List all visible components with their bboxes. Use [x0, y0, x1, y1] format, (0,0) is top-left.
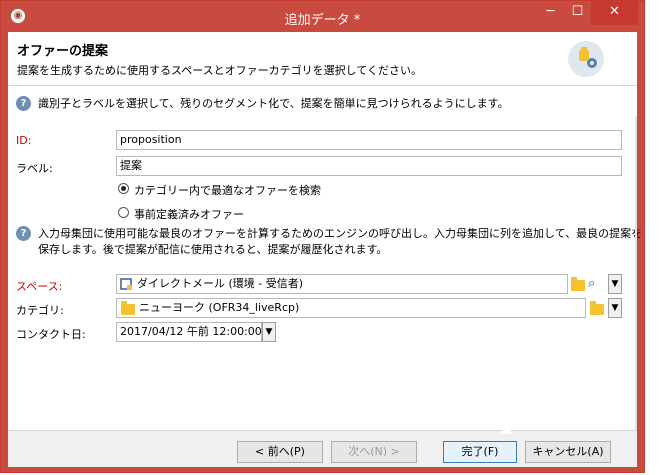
close-button[interactable]: ✕: [591, 1, 638, 25]
contact-date-label: コンタクト日:: [16, 328, 86, 341]
space-input[interactable]: ダイレクトメール (環境 - 受信者): [116, 274, 568, 294]
dialog-window: ◉ 追加データ * ─ ☐ ✕ オファーの提案 提案を生成するために使用するスペ…: [0, 0, 645, 473]
category-dropdown-button[interactable]: ▼: [608, 298, 622, 318]
wizard-footer: < 前へ(P) 次へ(N) > 完了(F) キャンセル(A): [8, 430, 637, 467]
space-label: スペース:: [16, 280, 63, 293]
wizard-header: オファーの提案 提案を生成するために使用するスペースとオファーカテゴリを選択して…: [8, 32, 637, 86]
category-label: カテゴリ:: [16, 304, 64, 317]
next-button[interactable]: 次へ(N) >: [331, 441, 417, 463]
title-bar[interactable]: ◉ 追加データ * ─ ☐ ✕: [1, 1, 644, 32]
offer-settings-icon: [568, 41, 604, 77]
minimize-button[interactable]: ─: [537, 1, 564, 25]
space-value: ダイレクトメール (環境 - 受信者): [137, 277, 304, 290]
info-text-line2: 保存します。後で提案が配信に使用されると、提案が履歴化されます。: [38, 243, 388, 256]
mouse-cursor-icon: [500, 420, 512, 434]
id-label: ID:: [16, 134, 32, 147]
radio-label: 事前定義済みオファー: [134, 208, 244, 221]
label-label: ラベル:: [16, 162, 53, 175]
maximize-button[interactable]: ☐: [564, 1, 591, 25]
radio-button[interactable]: [118, 183, 129, 194]
dialog-body: オファーの提案 提案を生成するために使用するスペースとオファーカテゴリを選択して…: [8, 32, 642, 467]
category-value: ニューヨーク (OFR34_liveRcp): [139, 301, 300, 314]
scrollbar[interactable]: [635, 116, 637, 430]
space-dropdown-button[interactable]: ▼: [608, 274, 622, 294]
cancel-button[interactable]: キャンセル(A): [525, 441, 611, 463]
back-button[interactable]: < 前へ(P): [237, 441, 323, 463]
info-icon: ?: [16, 96, 31, 111]
contact-date-input[interactable]: 2017/04/12 午前 12:00:00: [116, 322, 262, 342]
folder-icon[interactable]: [590, 301, 604, 315]
category-folder-icon: [121, 301, 135, 315]
label-input[interactable]: 提案: [116, 156, 622, 176]
category-input[interactable]: ニューヨーク (OFR34_liveRcp): [116, 298, 586, 318]
folder-icon[interactable]: [571, 277, 585, 291]
search-icon[interactable]: ⌕: [588, 276, 595, 291]
page-title: オファーの提案: [17, 44, 109, 59]
finish-button[interactable]: 完了(F): [443, 441, 517, 463]
id-input[interactable]: proposition: [116, 130, 622, 150]
info-text: 識別子とラベルを選択して、残りのセグメント化で、提案を簡単に見つけられるようにし…: [38, 97, 509, 110]
page-subtitle: 提案を生成するために使用するスペースとオファーカテゴリを選択してください。: [17, 64, 423, 77]
contact-date-dropdown-button[interactable]: ▼: [262, 322, 276, 342]
info-icon: ?: [16, 226, 31, 241]
radio-label: カテゴリー内で最適なオファーを検索: [134, 184, 321, 197]
space-icon: [120, 278, 132, 290]
radio-button[interactable]: [118, 207, 129, 218]
info-text-line1: 入力母集団に使用可能な最良のオファーを計算するためのエンジンの呼び出し。入力母集…: [38, 227, 643, 240]
